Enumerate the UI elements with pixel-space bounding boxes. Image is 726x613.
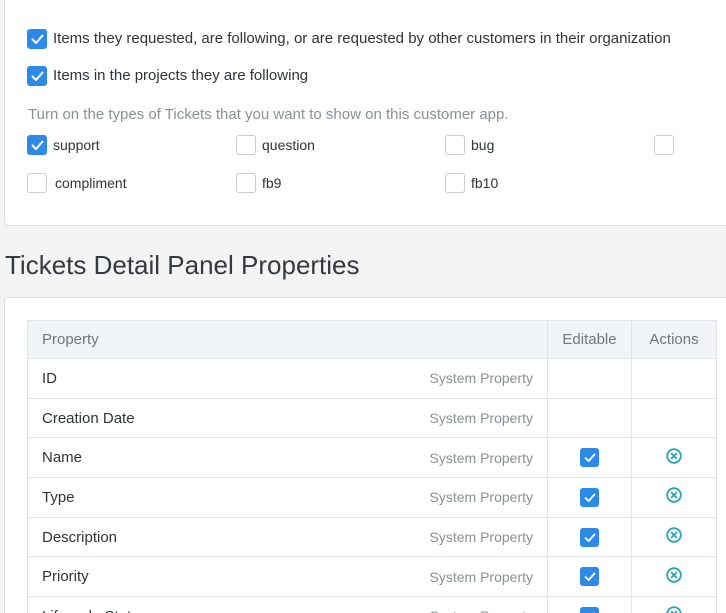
actions-cell xyxy=(631,358,717,399)
editable-checkbox[interactable] xyxy=(580,606,599,613)
visibility-option-projects-label: Items in the projects they are following xyxy=(53,67,309,84)
actions-cell xyxy=(631,596,717,613)
ticket-type-fb9-label: fb9 xyxy=(262,175,282,191)
table-row: ID System Property xyxy=(26,358,717,399)
editable-cell xyxy=(547,596,632,613)
property-name: Name xyxy=(42,449,83,467)
property-kind-label: System Property xyxy=(429,489,534,506)
table-row: Lifecycle State System Property xyxy=(26,596,717,613)
check-icon xyxy=(30,71,44,81)
property-kind-label: System Property xyxy=(429,410,534,427)
properties-table-body: ID System Property Creation Date System Pro… xyxy=(26,358,717,613)
property-cell: Creation Date System Property xyxy=(26,397,549,439)
property-kind-label: System Property xyxy=(429,568,534,585)
property-cell: ID System Property xyxy=(26,358,549,399)
ticket-type-compliment-label: compliment xyxy=(55,175,127,191)
property-name: Type xyxy=(42,488,75,506)
property-cell: Name System Property xyxy=(26,437,549,479)
ticket-type-compliment-checkbox[interactable] xyxy=(27,173,47,193)
ticket-type-fb10-checkbox[interactable] xyxy=(445,173,465,193)
actions-cell xyxy=(631,516,717,558)
property-column-header: Property xyxy=(26,320,549,359)
editable-checkbox[interactable] xyxy=(580,487,599,507)
property-name: Description xyxy=(42,528,118,546)
editable-cell xyxy=(547,477,632,518)
visibility-option-projects-checkbox[interactable] xyxy=(27,66,47,86)
remove-circle-icon[interactable] xyxy=(666,448,682,468)
remove-circle-icon[interactable] xyxy=(666,487,682,507)
remove-circle-icon[interactable] xyxy=(666,527,682,547)
editable-checkbox[interactable] xyxy=(580,527,599,547)
table-row: Priority System Property xyxy=(26,556,717,598)
property-name: Lifecycle State xyxy=(42,608,140,613)
table-row: Description System Property xyxy=(26,516,717,558)
check-icon xyxy=(583,453,596,463)
table-row: Name System Property xyxy=(26,437,717,479)
check-icon xyxy=(30,140,44,150)
properties-table: Property Editable Actions ID System Prope… xyxy=(26,320,717,613)
editable-cell xyxy=(547,556,632,598)
table-header-row: Property Editable Actions xyxy=(26,320,717,359)
actions-cell xyxy=(631,437,717,479)
section-title: Tickets Detail Panel Properties xyxy=(5,250,360,280)
ticket-type-question-label: question xyxy=(262,137,315,153)
ticket-type-bug-label: bug xyxy=(471,137,495,153)
ticket-type-bug-checkbox[interactable] xyxy=(445,135,465,155)
property-kind-label: System Property xyxy=(429,449,534,466)
table-row: Type System Property xyxy=(26,477,717,518)
remove-circle-icon[interactable] xyxy=(666,567,682,587)
ticket-types-hint: Turn on the types of Tickets that you wa… xyxy=(28,106,509,123)
ticket-type-fb9-checkbox[interactable] xyxy=(236,173,256,193)
actions-cell xyxy=(631,397,717,439)
ticket-type-question-checkbox[interactable] xyxy=(236,135,256,155)
remove-circle-icon[interactable] xyxy=(666,606,682,613)
property-kind-label: System Property xyxy=(430,608,533,613)
actions-cell xyxy=(631,556,717,598)
visibility-option-requested-label: Items they requested, are following, or … xyxy=(53,30,671,47)
editable-checkbox[interactable] xyxy=(580,567,599,587)
property-kind-label: System Property xyxy=(429,370,534,387)
ticket-type-support-checkbox[interactable] xyxy=(27,135,47,155)
property-cell: Priority System Property xyxy=(26,556,549,598)
property-cell: Lifecycle State System Property xyxy=(26,596,549,613)
check-icon xyxy=(583,572,596,582)
editable-cell xyxy=(547,358,632,399)
ticket-type-support-label: support xyxy=(53,137,100,153)
ticket-type-fb10-label: fb10 xyxy=(471,175,499,191)
property-name: ID xyxy=(42,369,57,387)
visibility-option-requested-checkbox[interactable] xyxy=(27,29,47,49)
property-kind-label: System Property xyxy=(429,529,534,546)
check-icon xyxy=(583,532,596,542)
editable-checkbox[interactable] xyxy=(580,448,599,468)
ticket-type-unnamed-checkbox[interactable] xyxy=(654,135,674,155)
actions-column-header: Actions xyxy=(631,320,717,359)
property-cell: Type System Property xyxy=(26,477,549,518)
property-name: Creation Date xyxy=(42,409,135,427)
editable-cell xyxy=(547,516,632,558)
property-cell: Description System Property xyxy=(26,516,549,558)
editable-column-header: Editable xyxy=(547,320,632,359)
editable-cell xyxy=(547,437,632,479)
actions-cell xyxy=(631,477,717,518)
check-icon xyxy=(30,34,44,44)
table-row: Creation Date System Property xyxy=(26,397,717,439)
check-icon xyxy=(583,493,596,502)
editable-cell xyxy=(547,397,632,439)
property-name: Priority xyxy=(42,568,89,586)
